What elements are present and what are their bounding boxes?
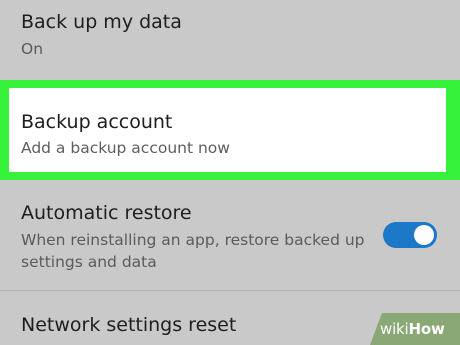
divider — [0, 290, 460, 291]
toggle-knob — [414, 225, 434, 245]
backup-account-title: Backup account — [21, 111, 173, 133]
wikihow-watermark: wikiHow — [370, 313, 460, 345]
backup-account-subtitle: Add a backup account now — [21, 139, 230, 157]
backup-account-item[interactable]: Backup account Add a backup account now — [9, 88, 446, 172]
highlight-frame: Backup account Add a backup account now — [0, 80, 460, 180]
automatic-restore-toggle[interactable] — [383, 222, 437, 248]
watermark-prefix: wiki — [380, 320, 409, 338]
backup-my-data-title: Back up my data — [21, 11, 182, 33]
settings-screen: Back up my data On Backup account Add a … — [0, 0, 460, 345]
watermark-suffix: How — [408, 320, 445, 338]
backup-my-data-status: On — [21, 40, 44, 58]
automatic-restore-subtitle: When reinstalling an app, restore backed… — [21, 231, 365, 271]
backup-my-data-item[interactable]: Back up my data On — [0, 10, 460, 60]
